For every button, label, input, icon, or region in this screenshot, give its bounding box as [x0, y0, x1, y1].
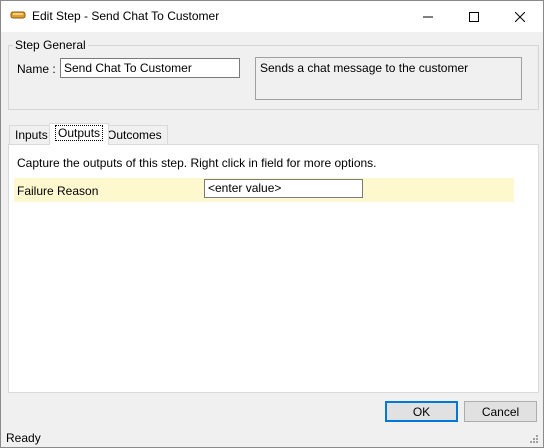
resize-grip-icon[interactable] [527, 432, 539, 444]
maximize-icon [469, 11, 479, 22]
tab-outputs[interactable]: Outputs [49, 123, 110, 145]
tab-inputs-label: Inputs [15, 128, 48, 142]
tab-outcomes-label: Outcomes [107, 128, 162, 142]
status-bar: Ready [1, 427, 543, 447]
close-button[interactable] [497, 1, 543, 32]
failure-reason-label: Failure Reason [17, 184, 99, 198]
close-icon [515, 11, 525, 22]
status-text: Ready [6, 431, 41, 445]
window-title: Edit Step - Send Chat To Customer [32, 9, 220, 23]
description-box[interactable]: Sends a chat message to the customer [255, 57, 522, 100]
minimize-button[interactable] [405, 1, 451, 32]
cancel-button[interactable]: Cancel [464, 401, 537, 422]
step-general-label: Step General [13, 38, 88, 52]
step-icon [10, 11, 26, 19]
name-field[interactable]: Send Chat To Customer [60, 58, 240, 78]
minimize-icon [423, 16, 433, 17]
maximize-button[interactable] [451, 1, 497, 32]
name-label: Name : [17, 62, 56, 76]
ok-button[interactable]: OK [385, 401, 458, 422]
title-bar[interactable]: Edit Step - Send Chat To Customer [1, 1, 543, 32]
failure-reason-input[interactable]: <enter value> [204, 179, 363, 198]
tab-outcomes[interactable]: Outcomes [101, 125, 168, 144]
outputs-instructions: Capture the outputs of this step. Right … [17, 156, 377, 170]
tab-inputs[interactable]: Inputs [9, 125, 54, 144]
edit-step-window: Edit Step - Send Chat To Customer Step G… [0, 0, 544, 448]
tab-outputs-label: Outputs [55, 125, 104, 141]
